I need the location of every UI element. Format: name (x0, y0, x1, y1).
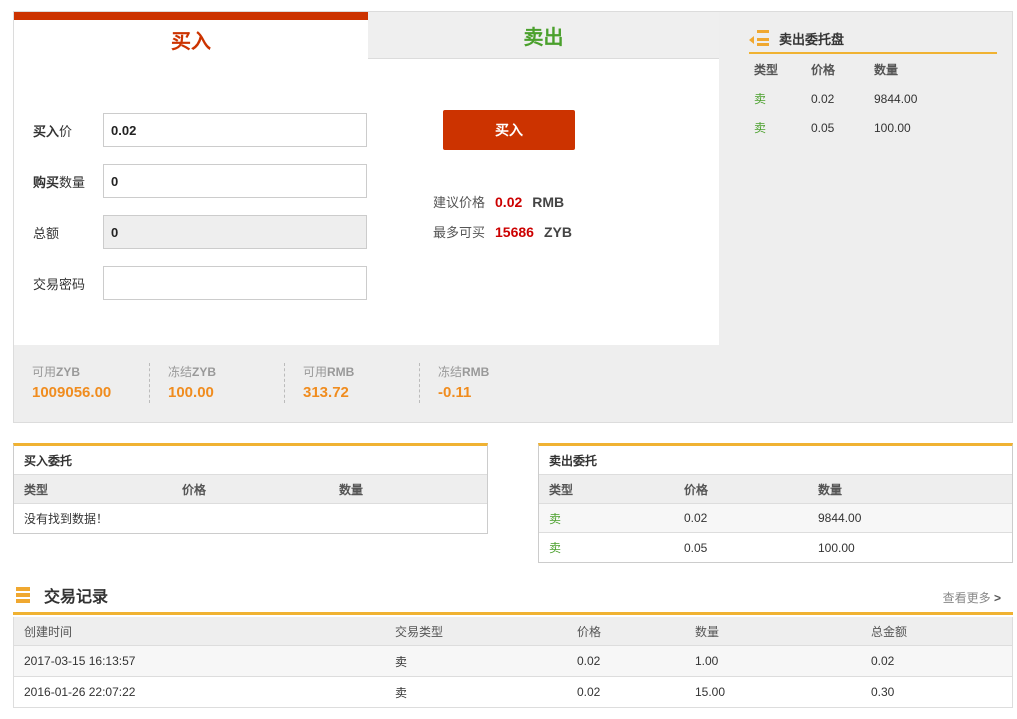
balance-available-rmb: 可用RMB 313.72 (284, 363, 419, 403)
buy-button[interactable]: 买入 (443, 110, 575, 150)
balance-frozen-rmb: 冻结RMB -0.11 (419, 363, 554, 403)
price-label: 买入价 (33, 123, 73, 139)
quantity-label: 购买数量 (33, 174, 86, 190)
password-label: 交易密码 (33, 276, 86, 292)
password-input[interactable] (103, 266, 367, 300)
trade-form-area: 买入 卖出 买入价 0.02 购买数量 0 总额 0 交易密码 买入 建议价格 … (14, 12, 719, 345)
table-header: 创建时间 交易类型 价格 数量 总金额 (14, 617, 1012, 646)
balance-value: 1009056.00 (32, 384, 112, 401)
buy-orders-table: 买入委托 类型 价格 数量 没有找到数据！ (13, 443, 488, 534)
sell-orders-title: 卖出委托 (539, 446, 1012, 475)
chevron-right-icon: > (993, 591, 1001, 605)
price-row: 买入价 0.02 (33, 113, 367, 147)
table-header: 类型 价格 数量 (14, 475, 487, 504)
balance-value: 313.72 (303, 384, 349, 401)
quantity-input[interactable]: 0 (103, 164, 367, 198)
balance-value: 100.00 (168, 384, 214, 401)
list-icon (16, 587, 30, 603)
records-header: 交易记录 查看更多 > (13, 578, 1013, 615)
total-label: 总额 (33, 225, 60, 241)
total-field: 0 (103, 215, 367, 249)
view-more-link[interactable]: 查看更多 > (943, 589, 1001, 606)
table-row: 卖 0.02 9844.00 (539, 504, 1012, 533)
balance-frozen-zyb: 冻结ZYB 100.00 (149, 363, 284, 403)
order-book-row[interactable]: 卖 0.05 100.00 (749, 113, 997, 142)
table-header: 类型 价格 数量 (539, 475, 1012, 504)
suggested-price-label: 建议价格 (433, 195, 486, 210)
balance-available-zyb: 可用ZYB 1009056.00 (14, 363, 149, 403)
suggested-price: 建议价格 0.02 RMB (433, 192, 564, 211)
sell-order-book: 卖出委托盘 类型 价格 数量 卖 0.02 9844.00 卖 0.05 100… (749, 25, 997, 142)
max-buy-unit: ZYB (543, 224, 572, 240)
order-book-row[interactable]: 卖 0.02 9844.00 (749, 84, 997, 113)
table-row: 2016-01-26 22:07:22 卖 0.02 15.00 0.30 (14, 677, 1012, 708)
suggested-price-value: 0.02 (495, 194, 523, 210)
empty-message: 没有找到数据！ (24, 512, 109, 526)
buy-orders-title: 买入委托 (14, 446, 487, 475)
table-row: 卖 0.05 100.00 (549, 540, 855, 556)
price-input[interactable]: 0.02 (103, 113, 367, 147)
password-row: 交易密码 (33, 266, 367, 300)
trade-records-table: 创建时间 交易类型 价格 数量 总金额 2017-03-15 16:13:57 … (13, 617, 1013, 708)
tab-sell[interactable]: 卖出 (368, 12, 719, 59)
sell-orders-table: 卖出委托 类型 价格 数量 卖 0.02 9844.00 卖 0.05 100.… (538, 443, 1013, 563)
max-buy-value: 15686 (495, 224, 534, 240)
total-row: 总额 0 (33, 215, 367, 249)
order-book-title: 卖出委托盘 (749, 25, 997, 54)
order-book-header: 类型 价格 数量 (754, 62, 899, 77)
trade-panel: 买入 卖出 买入价 0.02 购买数量 0 总额 0 交易密码 买入 建议价格 … (13, 11, 1013, 423)
table-row: 2017-03-15 16:13:57 卖 0.02 1.00 0.02 (14, 646, 1012, 677)
max-buy-label: 最多可买 (433, 225, 486, 240)
balance-value: -0.11 (438, 384, 472, 401)
tab-buy[interactable]: 买入 (14, 12, 368, 59)
max-buy: 最多可买 15686 ZYB (433, 222, 572, 241)
quantity-row: 购买数量 0 (33, 164, 367, 198)
list-icon (749, 29, 769, 48)
records-title: 交易记录 (44, 589, 109, 606)
suggested-price-unit: RMB (532, 194, 565, 210)
